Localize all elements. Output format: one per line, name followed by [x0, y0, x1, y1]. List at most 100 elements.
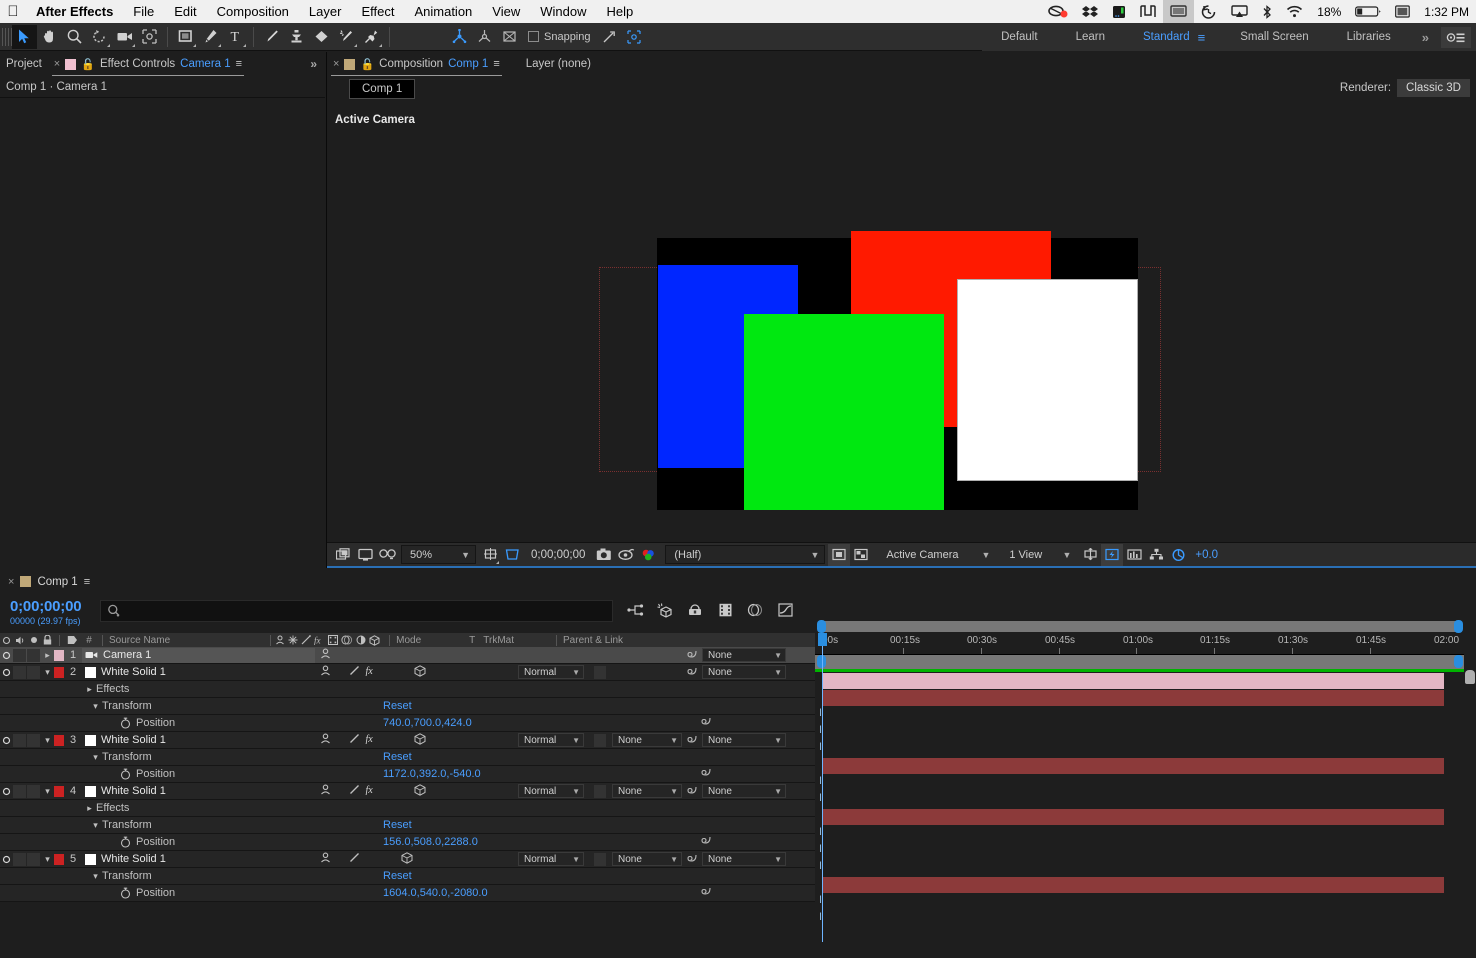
video-toggle-icon[interactable] [0, 668, 13, 677]
layer-bar-solid-2[interactable] [822, 690, 1444, 706]
parent-link-cell[interactable]: None ▼ [686, 733, 786, 747]
enable-frame-blending-icon[interactable] [715, 599, 735, 621]
property-row[interactable]: ▾ Transform Reset [0, 868, 815, 885]
reset-link[interactable]: Reset [383, 751, 412, 763]
parent-dropdown[interactable]: None ▼ [702, 665, 786, 679]
property-row[interactable]: ▾ Transform Reset [0, 698, 815, 715]
draft-3d-icon[interactable] [655, 599, 675, 621]
shape-tool[interactable] [173, 25, 198, 49]
trkmat-column-header[interactable]: TrkMat [483, 635, 514, 646]
snapping-checkbox[interactable] [528, 31, 539, 42]
scrollbar-left-handle[interactable] [817, 620, 826, 633]
menu-layer[interactable]: Layer [299, 0, 352, 23]
property-row[interactable]: Position 740.0,700.0,424.0 [0, 715, 815, 732]
timeline-zoom-scrollbar[interactable] [815, 620, 1464, 633]
toolbar-grip[interactable] [2, 27, 12, 46]
reset-link[interactable]: Reset [383, 870, 412, 882]
parent-link-cell[interactable]: None ▼ [686, 648, 786, 662]
layer-source-name[interactable]: White Solid 1 [82, 733, 315, 748]
effect-controls-body[interactable] [0, 98, 325, 568]
close-icon[interactable]: × [333, 58, 339, 70]
video-toggle-icon[interactable] [0, 651, 13, 660]
reset-link[interactable]: Reset [383, 819, 412, 831]
table-row[interactable]: ▾ 3 White Solid 1 fx Normal ▼ None ▼ Non… [0, 732, 815, 749]
quality-switch-icon[interactable] [349, 784, 360, 798]
stopwatch-icon[interactable] [120, 836, 131, 848]
work-area-end-handle[interactable] [1454, 655, 1463, 668]
layer-bar-solid-4[interactable] [822, 809, 1444, 825]
take-snapshot-icon[interactable] [593, 544, 615, 566]
comp-timecode[interactable]: 0;00;00;00 [523, 549, 593, 561]
tab-effect-controls[interactable]: × 🔓 Effect Controls Camera 1 ≡ [48, 52, 248, 76]
layer-bar-camera-1[interactable] [822, 673, 1444, 689]
workspace-default[interactable]: Default [982, 23, 1056, 51]
source-name-column-header[interactable]: Source Name [107, 635, 170, 646]
current-time-block[interactable]: 0;00;00;00 00000 (29.97 fps) [0, 598, 100, 626]
3d-layer-switch-icon[interactable] [401, 851, 413, 867]
parent-dropdown[interactable]: None ▼ [702, 733, 786, 747]
property-row[interactable]: ▾ Transform Reset [0, 749, 815, 766]
property-value[interactable]: 740.0,700.0,424.0 [383, 717, 472, 729]
parent-link-cell[interactable]: None ▼ [686, 665, 786, 679]
composition-viewer[interactable]: Active Camera [327, 104, 1476, 541]
parent-link-cell[interactable]: None ▼ [686, 784, 786, 798]
audio-toggle-cell[interactable] [13, 648, 26, 662]
enable-motion-blur-icon[interactable] [745, 599, 765, 621]
3d-layer-switch-icon[interactable] [414, 664, 426, 680]
scrollbar-right-handle[interactable] [1454, 620, 1463, 633]
collapse-triangle-icon[interactable]: ▾ [89, 871, 102, 882]
audio-toggle-cell[interactable] [13, 784, 26, 798]
collapse-triangle-icon[interactable]: ▾ [41, 735, 54, 746]
parent-pickwhip-icon[interactable] [700, 835, 712, 850]
layer-source-name[interactable]: Camera 1 [82, 647, 315, 663]
sidecar-icon[interactable] [1133, 0, 1163, 23]
battery-icon[interactable] [1348, 0, 1388, 23]
timeline-tab-label[interactable]: Comp 1 [37, 576, 77, 588]
shy-switch-icon[interactable] [320, 665, 331, 679]
track-matte-cell[interactable] [594, 665, 606, 679]
layer-label-color[interactable] [54, 853, 64, 865]
collapse-triangle-icon[interactable]: ▾ [41, 786, 54, 797]
airplay-icon[interactable] [1224, 0, 1255, 23]
menu-app-name[interactable]: After Effects [26, 0, 123, 23]
parent-link-cell[interactable]: None ▼ [686, 852, 786, 866]
solo-toggle-cell[interactable] [27, 733, 40, 747]
workspace-learn[interactable]: Learn [1057, 23, 1124, 51]
shy-switch-icon[interactable] [320, 733, 331, 747]
menu-view[interactable]: View [482, 0, 530, 23]
table-row[interactable]: ▾ 4 White Solid 1 fx Normal ▼ None ▼ Non… [0, 783, 815, 800]
selection-tool[interactable] [12, 24, 37, 49]
blend-mode-dropdown[interactable]: Normal ▼ [518, 733, 584, 747]
workspace-menu-icon[interactable]: ≡ [1194, 30, 1222, 45]
resolution-dropdown[interactable]: (Half) ▼ [665, 545, 826, 564]
solo-toggle-cell[interactable] [27, 648, 40, 662]
property-value[interactable]: 1172.0,392.0,-540.0 [383, 768, 481, 780]
layer-source-name[interactable]: White Solid 1 [82, 665, 315, 680]
shy-switch-icon[interactable] [320, 852, 331, 866]
expand-triangle-icon[interactable]: ▸ [83, 803, 96, 814]
mask-visibility-icon[interactable] [828, 543, 851, 566]
workspace-standard[interactable]: Standard [1124, 23, 1194, 51]
menu-edit[interactable]: Edit [164, 0, 206, 23]
view-layout-dropdown[interactable]: 1 View ▼ [1001, 545, 1076, 564]
text-tool[interactable]: T [223, 25, 248, 49]
bluetooth-icon[interactable] [1255, 0, 1279, 23]
effects-switch-icon[interactable]: fx [365, 733, 378, 747]
mode-column-header[interactable]: Mode [390, 635, 421, 646]
solo-toggle-cell[interactable] [27, 784, 40, 798]
collapse-triangle-icon[interactable]: ▾ [89, 752, 102, 763]
local-axis-mode-icon[interactable] [447, 25, 472, 49]
quality-switch-icon[interactable] [349, 665, 360, 679]
camera-tool[interactable] [112, 25, 137, 49]
t-column-header[interactable]: T [469, 635, 475, 646]
collapse-triangle-icon[interactable]: ▾ [89, 820, 102, 831]
clone-stamp-tool[interactable] [284, 25, 309, 49]
layer-label-color[interactable] [54, 734, 64, 746]
close-icon[interactable]: × [54, 58, 60, 70]
property-row[interactable]: ▸ Effects [0, 681, 815, 698]
current-timecode[interactable]: 0;00;00;00 [10, 598, 100, 615]
puppet-pin-tool[interactable] [359, 25, 384, 49]
workspace-settings-icon[interactable] [1441, 26, 1471, 48]
tab-project[interactable]: Project [0, 52, 48, 76]
3d-layer-switch-icon[interactable] [414, 732, 426, 748]
